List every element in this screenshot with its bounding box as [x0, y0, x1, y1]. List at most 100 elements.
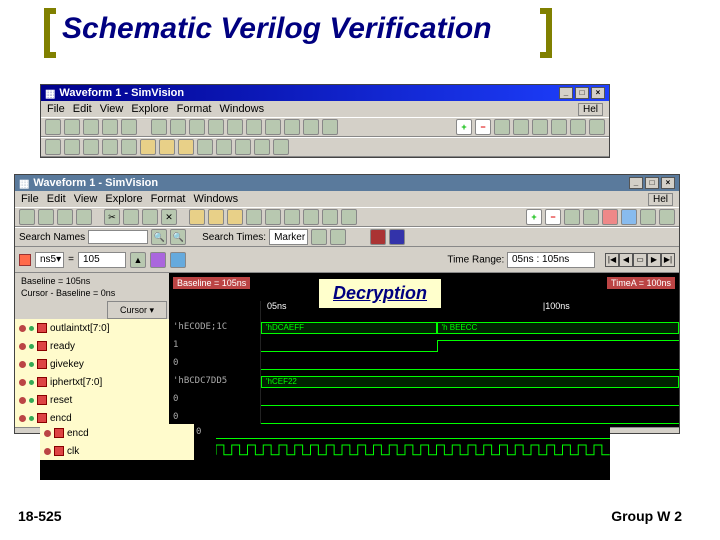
tool-icon[interactable] [303, 119, 319, 135]
unit-combo[interactable]: ns5 ▾ [35, 252, 64, 268]
signal-name[interactable]: outlaintxt[7:0] [15, 319, 169, 337]
add-icon[interactable]: + [526, 209, 542, 225]
maximize-button[interactable]: □ [645, 177, 659, 189]
tool-icon[interactable] [159, 139, 175, 155]
cut-icon[interactable]: ✂ [104, 209, 120, 225]
tool-icon[interactable] [102, 139, 118, 155]
tool-icon[interactable] [246, 209, 262, 225]
tool-icon[interactable] [189, 209, 205, 225]
cursor-button[interactable]: Cursor ▾ [107, 301, 167, 319]
menu-format[interactable]: Format [177, 103, 212, 115]
tool-icon[interactable] [150, 252, 166, 268]
maximize-button[interactable]: □ [575, 87, 589, 99]
signal-name[interactable]: ready [15, 337, 169, 355]
scroll-next-icon[interactable]: ▶ [647, 253, 661, 267]
flag-icon[interactable] [389, 229, 405, 245]
tool-icon[interactable] [551, 119, 567, 135]
menu-help[interactable]: Hel [648, 193, 673, 206]
tool-icon[interactable] [303, 209, 319, 225]
tool-icon[interactable] [602, 209, 618, 225]
tool-icon[interactable] [64, 119, 80, 135]
menu-windows[interactable]: Windows [220, 103, 265, 115]
marker-icon[interactable] [19, 254, 31, 266]
close-button[interactable]: × [661, 177, 675, 189]
waveform[interactable] [261, 337, 679, 355]
scroll-last-icon[interactable]: ▶| [661, 253, 675, 267]
tool-icon[interactable] [83, 119, 99, 135]
tool-icon[interactable] [45, 139, 61, 155]
tool-icon[interactable] [532, 119, 548, 135]
time-range-combo[interactable]: 05ns : 105ns [507, 252, 595, 268]
spinner-up-icon[interactable]: ▲ [130, 252, 146, 268]
tool-icon[interactable] [254, 139, 270, 155]
signal-name[interactable]: givekey [15, 355, 169, 373]
tool-icon[interactable] [227, 119, 243, 135]
tool-icon[interactable] [330, 229, 346, 245]
scroll-first-icon[interactable]: |◀ [605, 253, 619, 267]
waveform[interactable] [261, 391, 679, 409]
tool-icon[interactable] [589, 119, 605, 135]
paste-icon[interactable] [142, 209, 158, 225]
menu-explore[interactable]: Explore [131, 103, 168, 115]
scroll-bar-icon[interactable]: ▭ [633, 253, 647, 267]
menu-file[interactable]: File [21, 193, 39, 205]
add-icon[interactable]: + [456, 119, 472, 135]
tool-icon[interactable] [197, 139, 213, 155]
tool-icon[interactable] [102, 119, 118, 135]
tool-icon[interactable] [265, 119, 281, 135]
delete-icon[interactable]: ✕ [161, 209, 177, 225]
minimize-button[interactable]: _ [559, 87, 573, 99]
signal-name[interactable]: reset [15, 391, 169, 409]
waveform[interactable]: 'hDCAEFF'h BEECC [261, 319, 679, 337]
tool-icon[interactable] [76, 209, 92, 225]
waveform-clock[interactable] [216, 442, 610, 460]
tool-icon[interactable] [170, 119, 186, 135]
waveform[interactable]: 'hCEF22 [261, 373, 679, 391]
menu-windows[interactable]: Windows [194, 193, 239, 205]
tool-icon[interactable] [273, 139, 289, 155]
tool-icon[interactable] [322, 119, 338, 135]
menu-help[interactable]: Hel [578, 103, 603, 116]
menu-format[interactable]: Format [151, 193, 186, 205]
tool-icon[interactable] [170, 252, 186, 268]
scroll-prev-icon[interactable]: ◀ [619, 253, 633, 267]
tool-icon[interactable] [208, 209, 224, 225]
search-names-input[interactable] [88, 230, 148, 244]
tool-icon[interactable] [341, 209, 357, 225]
tool-icon[interactable] [140, 139, 156, 155]
signal-name[interactable]: encd [40, 424, 194, 442]
signal-name[interactable]: clk [40, 442, 194, 460]
waveform[interactable] [261, 355, 679, 373]
tool-icon[interactable] [64, 139, 80, 155]
tool-icon[interactable] [494, 119, 510, 135]
tool-icon[interactable] [121, 119, 137, 135]
menu-file[interactable]: File [47, 103, 65, 115]
tool-icon[interactable] [621, 209, 637, 225]
menu-explore[interactable]: Explore [105, 193, 142, 205]
menu-edit[interactable]: Edit [73, 103, 92, 115]
tool-icon[interactable] [659, 209, 675, 225]
tool-icon[interactable] [322, 209, 338, 225]
tool-icon[interactable] [311, 229, 327, 245]
time-value-combo[interactable]: 105 [78, 252, 126, 268]
tool-icon[interactable] [284, 209, 300, 225]
search-icon[interactable]: 🔍 [151, 229, 167, 245]
tool-icon[interactable] [38, 209, 54, 225]
close-button[interactable]: × [591, 87, 605, 99]
remove-icon[interactable]: − [545, 209, 561, 225]
tool-icon[interactable] [216, 139, 232, 155]
tool-icon[interactable] [208, 119, 224, 135]
menu-view[interactable]: View [74, 193, 98, 205]
search-times-combo[interactable]: Marker [269, 229, 308, 245]
menu-view[interactable]: View [100, 103, 124, 115]
tool-icon[interactable] [640, 209, 656, 225]
tool-icon[interactable] [83, 139, 99, 155]
search-icon[interactable]: 🔍 [170, 229, 186, 245]
tool-icon[interactable] [189, 119, 205, 135]
tool-icon[interactable] [235, 139, 251, 155]
tool-icon[interactable] [513, 119, 529, 135]
tool-icon[interactable] [57, 209, 73, 225]
tool-icon[interactable] [151, 119, 167, 135]
remove-icon[interactable]: − [475, 119, 491, 135]
copy-icon[interactable] [123, 209, 139, 225]
